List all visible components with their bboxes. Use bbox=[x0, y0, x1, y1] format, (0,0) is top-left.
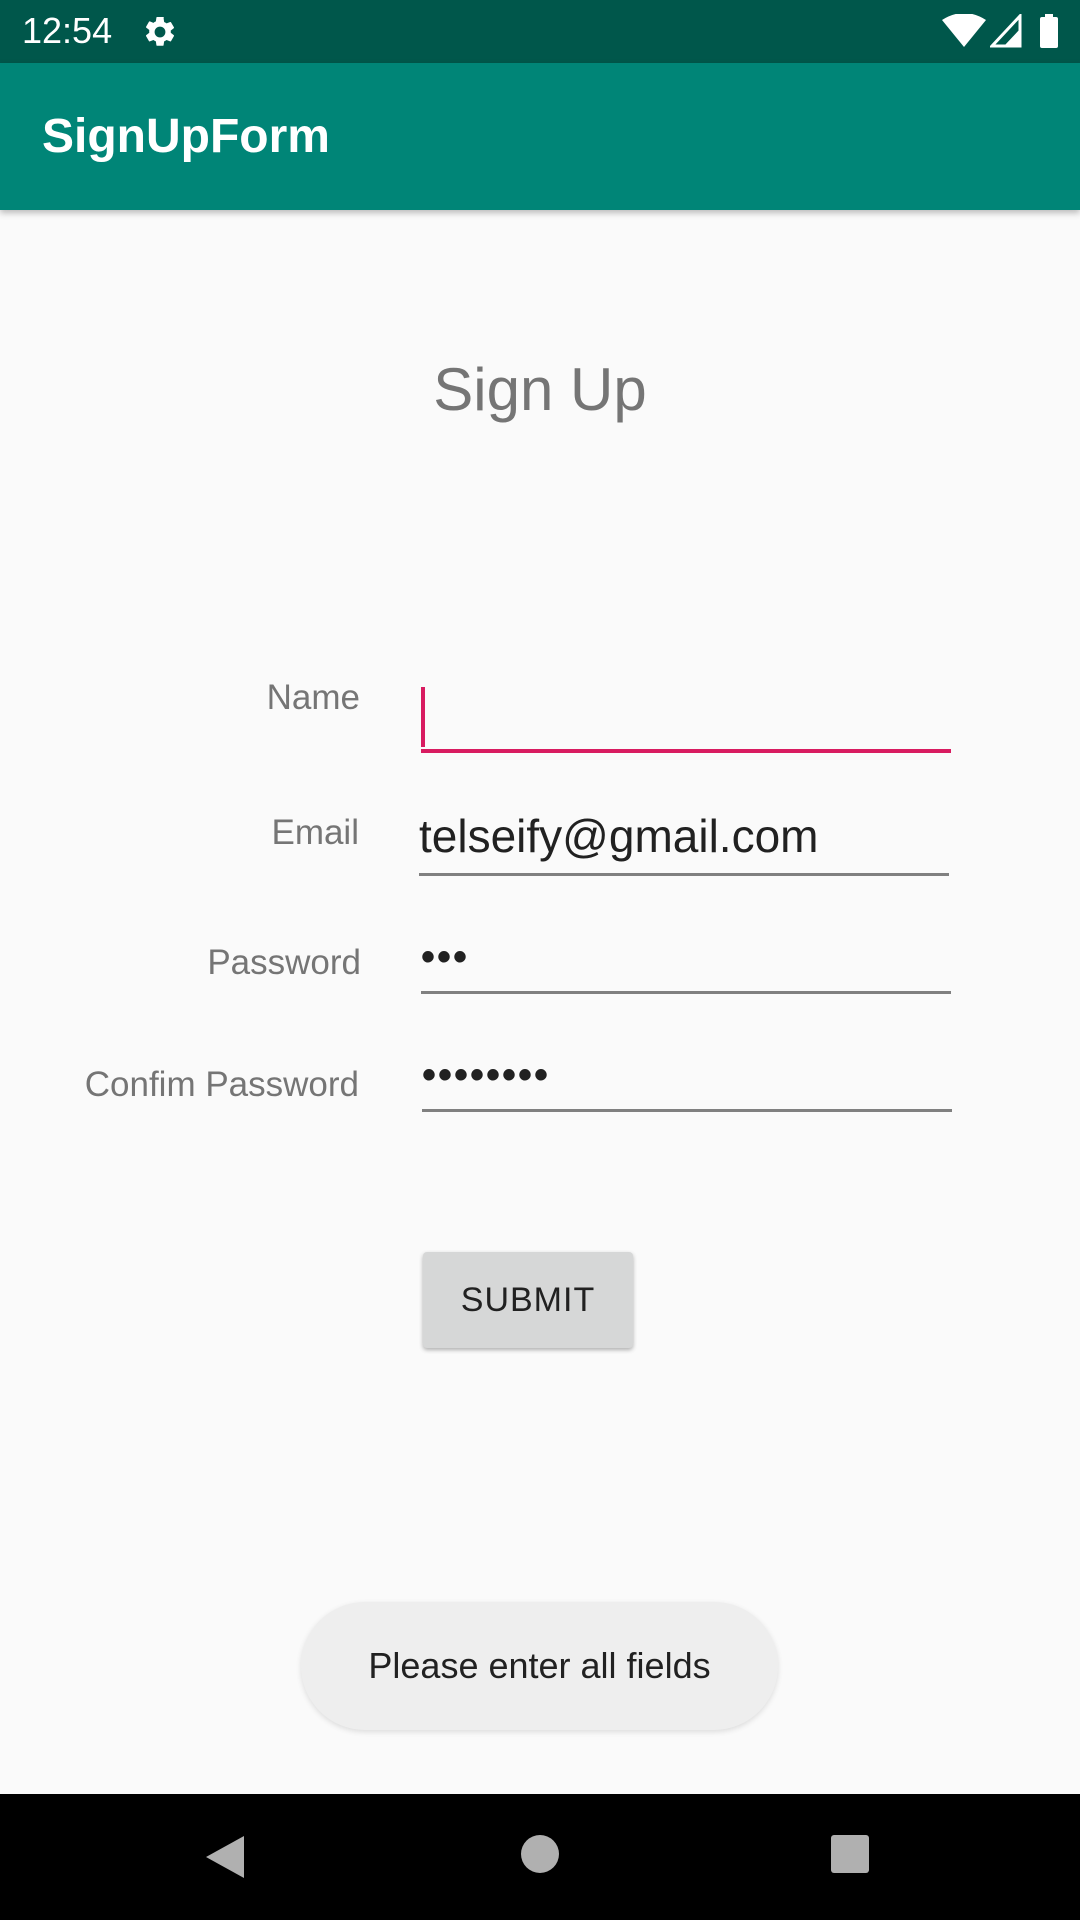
back-icon[interactable] bbox=[204, 1834, 246, 1880]
screen: 12:54 SignUpForm Sign Up Name Email tels… bbox=[0, 0, 1080, 1920]
cell-signal-icon bbox=[990, 14, 1022, 48]
recents-icon[interactable] bbox=[830, 1834, 870, 1874]
password-value: ••• bbox=[421, 935, 470, 979]
email-label: Email bbox=[271, 813, 359, 852]
status-bar: 12:54 bbox=[0, 0, 1080, 63]
submit-button[interactable]: SUBMIT bbox=[423, 1252, 633, 1348]
battery-icon bbox=[1040, 14, 1058, 48]
email-field[interactable]: telseify@gmail.com bbox=[419, 806, 949, 876]
toast-message: Please enter all fields bbox=[301, 1602, 778, 1730]
home-icon[interactable] bbox=[520, 1834, 560, 1874]
page-title: Sign Up bbox=[433, 356, 647, 423]
app-bar: SignUpForm bbox=[0, 63, 1080, 210]
password-label: Password bbox=[207, 943, 361, 982]
name-label: Name bbox=[266, 678, 360, 717]
name-field[interactable] bbox=[421, 683, 951, 753]
gear-icon bbox=[145, 16, 175, 46]
confirm-password-value: •••••••• bbox=[422, 1053, 551, 1097]
text-cursor bbox=[421, 687, 425, 747]
wifi-icon bbox=[942, 14, 986, 47]
email-value: telseify@gmail.com bbox=[419, 810, 819, 862]
navigation-bar bbox=[0, 1794, 1080, 1920]
password-field[interactable]: ••• bbox=[421, 924, 951, 994]
app-title: SignUpForm bbox=[42, 110, 330, 163]
confirm-password-field[interactable]: •••••••• bbox=[422, 1042, 952, 1112]
confirm-password-label: Confim Password bbox=[84, 1065, 359, 1104]
status-time: 12:54 bbox=[22, 10, 113, 51]
